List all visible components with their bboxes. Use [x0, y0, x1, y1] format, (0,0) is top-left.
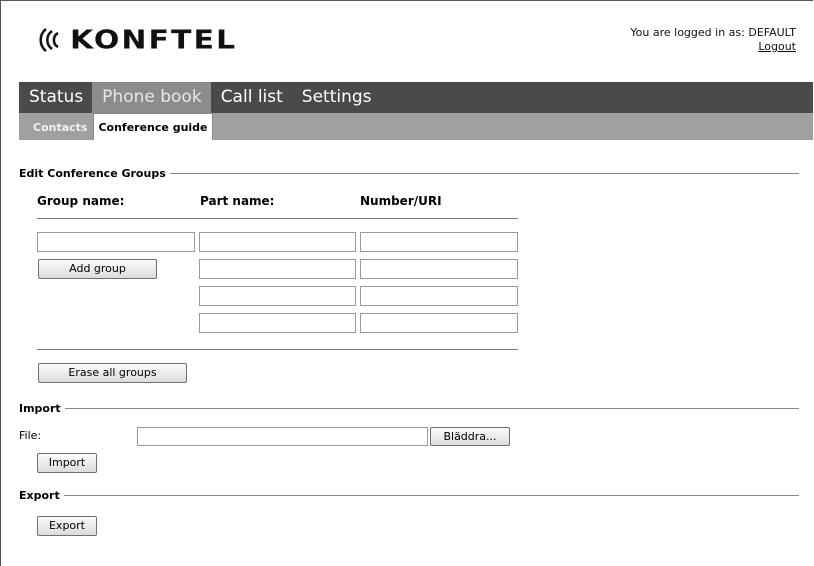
sub-nav: Contacts Conference guide — [19, 113, 813, 140]
logout-link[interactable]: Logout — [758, 40, 796, 53]
groups-bottom-divider — [37, 349, 518, 350]
import-title: Import — [19, 402, 61, 415]
number-uri-input-4[interactable] — [360, 313, 518, 333]
tab-call-list[interactable]: Call list — [211, 82, 292, 113]
export-legend: Export — [19, 489, 799, 502]
sound-waves-icon — [39, 28, 59, 52]
browse-button[interactable]: Bläddra... — [430, 427, 510, 446]
tab-status[interactable]: Status — [19, 82, 92, 113]
part-name-input-3[interactable] — [199, 286, 356, 306]
export-title: Export — [19, 489, 60, 502]
number-uri-header: Number/URI — [360, 194, 442, 208]
conference-groups-title: Edit Conference Groups — [19, 167, 166, 180]
subtab-contacts[interactable]: Contacts — [29, 116, 91, 140]
group-name-input[interactable] — [37, 232, 195, 252]
file-path-input[interactable] — [137, 427, 428, 446]
part-name-header: Part name: — [200, 194, 275, 208]
add-group-button[interactable]: Add group — [38, 259, 157, 279]
header-divider — [37, 218, 518, 219]
legend-divider — [63, 495, 799, 496]
import-legend: Import — [19, 402, 799, 415]
part-name-input-4[interactable] — [199, 313, 356, 333]
login-status-text: You are logged in as: DEFAULT — [630, 26, 796, 39]
number-uri-input-1[interactable] — [360, 232, 518, 252]
part-name-input-2[interactable] — [199, 259, 356, 279]
subtab-conference-guide[interactable]: Conference guide — [93, 113, 213, 140]
tab-phone-book[interactable]: Phone book — [92, 82, 211, 113]
number-uri-input-3[interactable] — [360, 286, 518, 306]
konftel-logo: KONFTEL — [36, 22, 237, 58]
legend-divider — [64, 408, 799, 409]
group-name-header: Group name: — [37, 194, 125, 208]
login-info: You are logged in as: DEFAULT Logout — [630, 26, 796, 54]
conference-groups-legend: Edit Conference Groups — [19, 167, 799, 180]
number-uri-input-2[interactable] — [360, 259, 518, 279]
export-button[interactable]: Export — [37, 516, 97, 536]
import-button[interactable]: Import — [37, 453, 97, 473]
tab-settings[interactable]: Settings — [292, 82, 381, 113]
file-label: File: — [19, 429, 42, 442]
legend-divider — [169, 173, 799, 174]
main-nav: Status Phone book Call list Settings — [19, 82, 813, 113]
part-name-input-1[interactable] — [199, 232, 356, 252]
logo-text: KONFTEL — [70, 25, 238, 55]
erase-all-groups-button[interactable]: Erase all groups — [38, 363, 187, 383]
